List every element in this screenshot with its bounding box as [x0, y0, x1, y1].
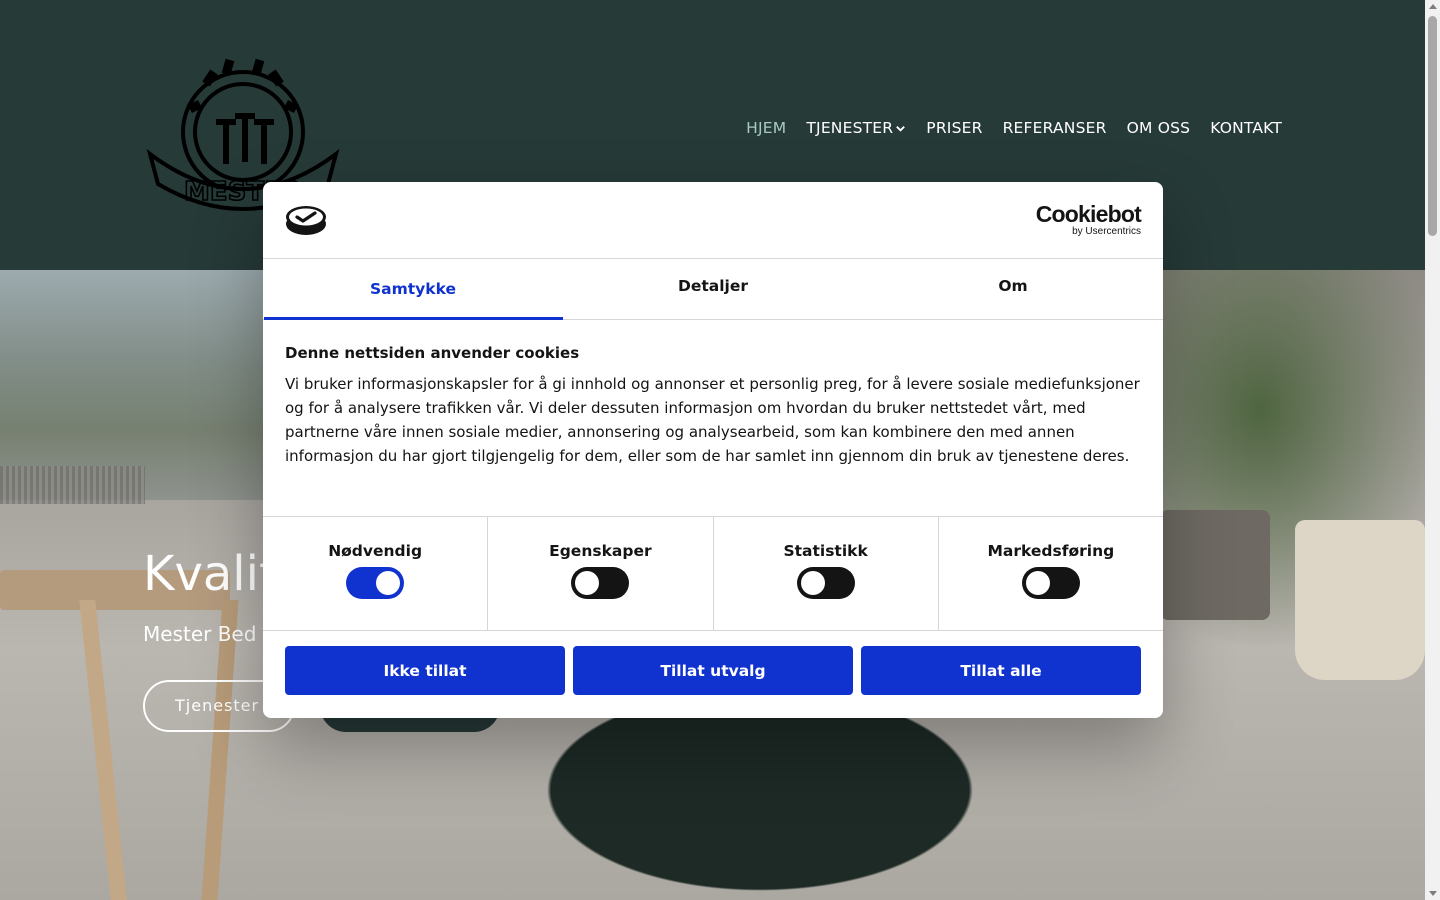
nav-item-kontakt[interactable]: KONTAKT: [1210, 119, 1282, 137]
chevron-down-icon: [896, 125, 906, 132]
toggle-knob: [376, 571, 401, 595]
tab-om[interactable]: Om: [863, 259, 1163, 319]
cookiebot-brand[interactable]: Cookiebot by Usercentrics: [1035, 201, 1142, 237]
hero-bench-leg: [79, 600, 127, 900]
toggle-label-nodvendig: Nødvendig: [328, 542, 423, 560]
toggle-group-egenskaper: Egenskaper: [488, 517, 714, 630]
scrollbar-thumb[interactable]: [1428, 16, 1437, 236]
toggle-statistikk[interactable]: [796, 567, 855, 599]
nav-item-om-oss[interactable]: OM OSS: [1127, 119, 1191, 137]
cookie-category-toggles: Nødvendig Egenskaper Statistikk Markedsf…: [263, 517, 1163, 631]
toggle-markedsforing[interactable]: [1021, 567, 1080, 599]
scroll-down-arrow-icon[interactable]: [1429, 891, 1437, 896]
tab-samtykke[interactable]: Samtykke: [263, 259, 563, 320]
allow-selection-button[interactable]: Tillat utvalg: [573, 646, 853, 695]
cookie-consent-dialog: Cookiebot by Usercentrics Samtykke Detal…: [263, 182, 1163, 718]
toggle-group-markedsforing: Markedsføring: [939, 517, 1163, 630]
hero-plant-pot-image: [1160, 510, 1270, 620]
toggle-knob: [800, 571, 825, 595]
nav-item-referanser[interactable]: REFERANSER: [1003, 119, 1107, 137]
cookie-dialog-buttons: Ikke tillat Tillat utvalg Tillat alle: [263, 631, 1163, 695]
nav-item-priser[interactable]: PRISER: [926, 119, 982, 137]
hero-subtitle: Mester Bed: [143, 622, 257, 646]
cookie-dialog-heading: Denne nettsiden anvender cookies: [285, 344, 580, 362]
cookiebot-brand-name: Cookiebot: [1035, 201, 1142, 227]
scroll-up-arrow-icon[interactable]: [1429, 4, 1437, 9]
deny-button[interactable]: Ikke tillat: [285, 646, 565, 695]
nav-item-hjem[interactable]: HJEM: [746, 119, 786, 137]
cookie-dialog-body: Denne nettsiden anvender cookies Vi bruk…: [263, 320, 1163, 517]
cookiebot-brand-by: by Usercentrics: [1072, 226, 1141, 237]
main-nav: HJEM TJENESTER PRISER REFERANSER OM OSS …: [746, 119, 1282, 137]
hero-basket-image: [1295, 520, 1425, 680]
cookie-dialog-text: Vi bruker informasjonskapsler for å gi i…: [285, 375, 1140, 465]
toggle-knob: [1025, 571, 1050, 595]
allow-all-button[interactable]: Tillat alle: [861, 646, 1141, 695]
toggle-group-statistikk: Statistikk: [714, 517, 939, 630]
cookie-dialog-tabs: Samtykke Detaljer Om: [263, 259, 1163, 320]
toggle-nodvendig[interactable]: [346, 567, 405, 599]
toggle-egenskaper[interactable]: [571, 567, 630, 599]
nav-item-tjenester[interactable]: TJENESTER: [806, 119, 906, 137]
toggle-knob: [575, 571, 600, 595]
hero-title: Kvalit: [143, 546, 278, 602]
toggle-group-nodvendig: Nødvendig: [263, 517, 489, 630]
tab-detaljer[interactable]: Detaljer: [563, 259, 863, 319]
toggle-label-statistikk: Statistikk: [783, 542, 868, 560]
toggle-label-egenskaper: Egenskaper: [549, 542, 652, 560]
nav-item-tjenester-label: TJENESTER: [806, 119, 894, 137]
toggle-label-markedsforing: Markedsføring: [987, 542, 1115, 560]
cookie-dialog-header: Cookiebot by Usercentrics: [263, 182, 1163, 259]
hero-vent-image: [0, 466, 145, 504]
cookiebot-logo-icon: [286, 206, 326, 235]
page-scrollbar[interactable]: [1425, 0, 1440, 900]
